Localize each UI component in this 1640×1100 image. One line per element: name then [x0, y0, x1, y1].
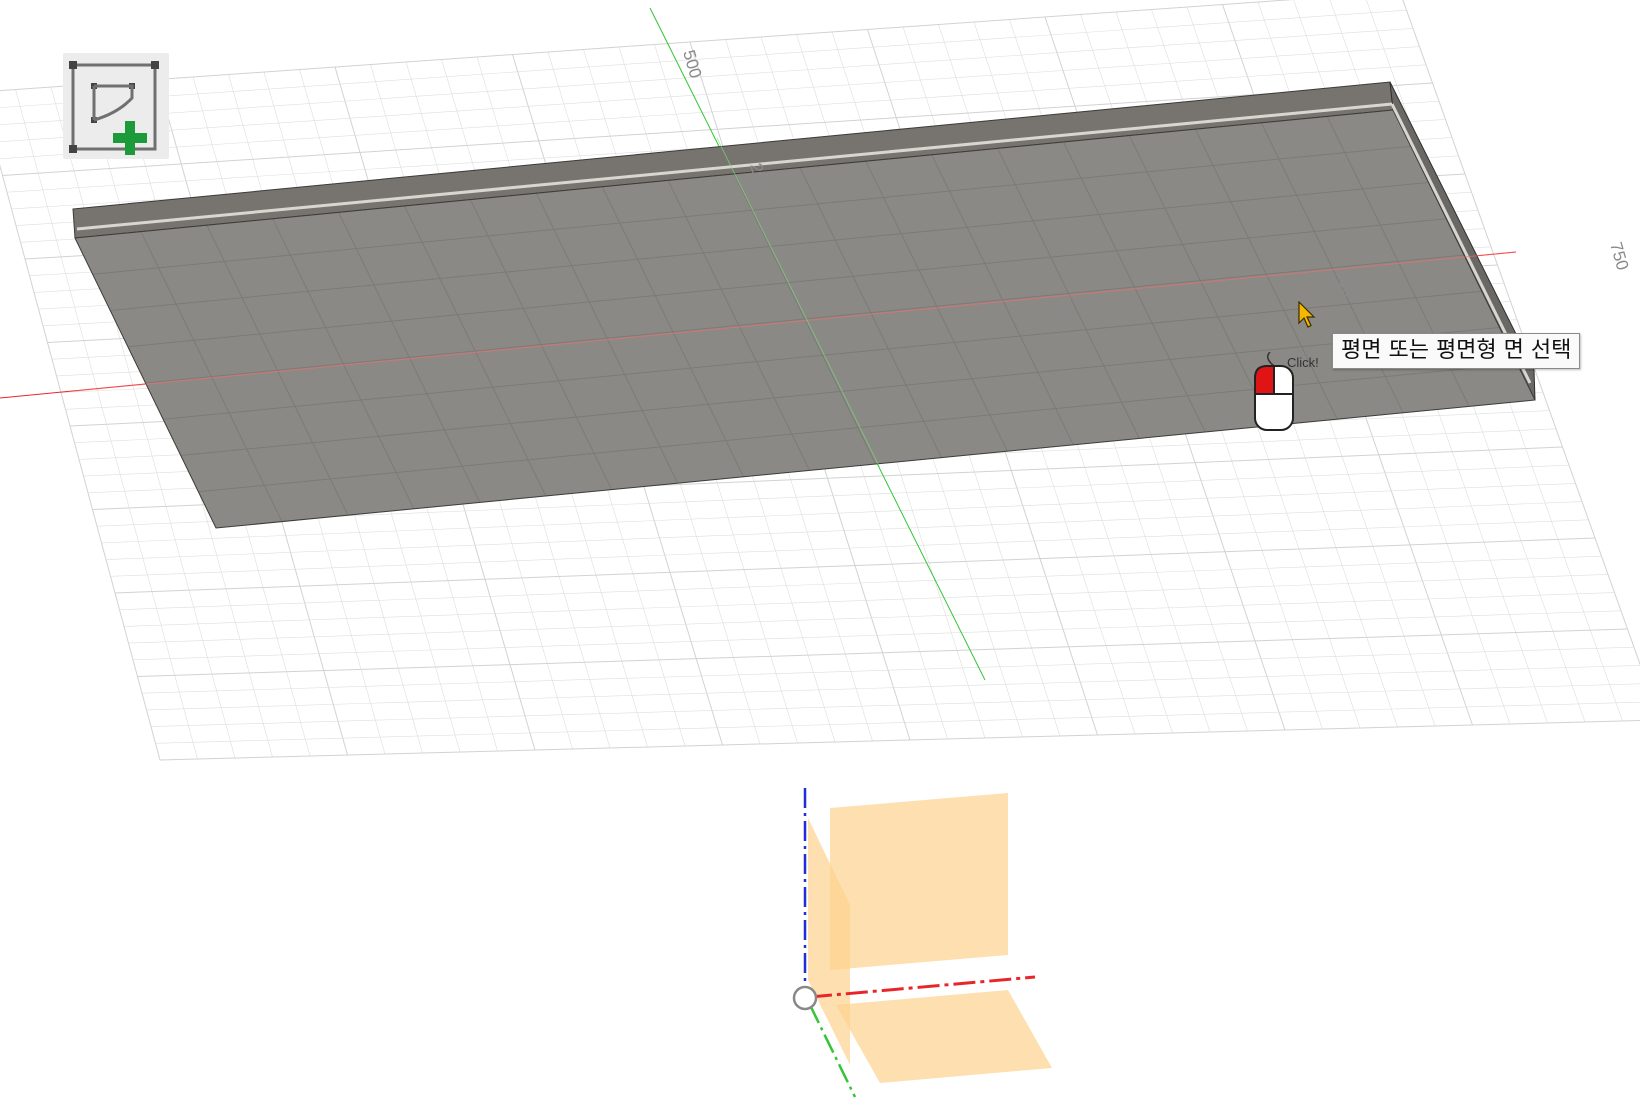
create-sketch-icon — [69, 61, 159, 155]
create-sketch-button[interactable] — [63, 53, 169, 159]
grid-label-y-500: 500 — [679, 48, 705, 81]
plane-xy[interactable] — [836, 990, 1052, 1083]
pointer-cursor-icon — [1298, 301, 1316, 328]
plane-xz[interactable] — [830, 793, 1008, 970]
click-hint-label: Click! — [1287, 355, 1319, 370]
selection-tooltip: 평면 또는 평면형 면 선택 — [1332, 333, 1581, 369]
grid-label-x-750: 750 — [1606, 240, 1632, 273]
origin-point[interactable] — [792, 985, 818, 1011]
origin-planes-icon[interactable] — [792, 788, 1052, 1098]
viewport[interactable]: 500 250 250 500 750 — [0, 0, 1640, 1100]
